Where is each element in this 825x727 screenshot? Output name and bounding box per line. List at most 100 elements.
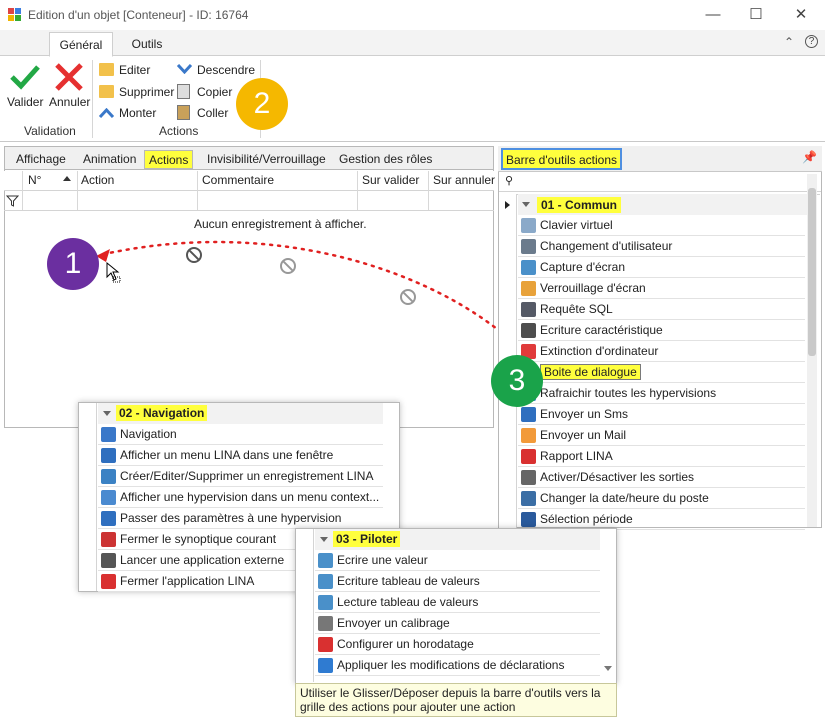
- table-read-icon: [318, 595, 333, 610]
- pdf-icon: [521, 449, 536, 464]
- toolbar-action-item[interactable]: Boite de dialogue: [518, 362, 805, 383]
- toolbar-action-item[interactable]: Afficher une hypervision dans un menu co…: [98, 487, 383, 508]
- toolbar-action-item[interactable]: Extinction d'ordinateur: [518, 341, 805, 362]
- group-title-piloter: 03 - Piloter: [333, 531, 401, 547]
- toolbar-action-label: Ecriture caractéristique: [540, 323, 663, 337]
- toolbar-action-label: Rafraichir toutes les hypervisions: [540, 386, 717, 400]
- row-indicator-column: [296, 529, 314, 682]
- external-app-icon: [101, 553, 116, 568]
- no-drop-cursor-icon: [186, 247, 202, 263]
- toolbar-action-item[interactable]: Envoyer un Mail: [518, 425, 805, 446]
- toolbar-action-item[interactable]: Rapport LINA: [518, 446, 805, 467]
- write-value-icon: [318, 553, 333, 568]
- toolbar-action-item[interactable]: Appliquer les modifications de déclarati…: [315, 655, 600, 676]
- toolbar-action-label: Configurer un horodatage: [337, 637, 474, 651]
- toolbar-action-label: Envoyer un Sms: [540, 407, 629, 421]
- drag-drop-tooltip: Utiliser le Glisser/Déposer depuis la ba…: [295, 683, 617, 717]
- toolbar-action-label: Appliquer les modifications de déclarati…: [337, 658, 565, 672]
- toolbar-action-label: Afficher un menu LINA dans une fenêtre: [120, 448, 334, 462]
- toolbar-action-item[interactable]: Afficher un menu LINA dans une fenêtre: [98, 445, 383, 466]
- collapse-arrow-icon[interactable]: [103, 411, 111, 416]
- no-drop-cursor-icon: [280, 258, 296, 274]
- toolbar-action-label: Envoyer un calibrage: [337, 616, 450, 630]
- record-icon: [101, 469, 116, 484]
- toolbar-action-item[interactable]: Envoyer un Sms: [518, 404, 805, 425]
- gear-icon: [521, 470, 536, 485]
- commun-action-list: Clavier virtuel Changement d'utilisateur C…: [518, 215, 805, 530]
- toolbar-action-label: Sélection période: [540, 512, 633, 526]
- toolbar-action-label: Extinction d'ordinateur: [540, 344, 659, 358]
- filter-pin-icon[interactable]: ⚲: [505, 174, 513, 187]
- pin-icon[interactable]: 📌: [802, 150, 817, 164]
- scrollbar-thumb[interactable]: [808, 188, 816, 356]
- keyboard-icon: [521, 218, 536, 233]
- toolbar-action-label: Navigation: [120, 427, 177, 441]
- piloter-action-list: Ecrire une valeur Ecriture tableau de val…: [315, 550, 600, 676]
- toolbar-panel-title: Barre d'outils actions: [501, 148, 623, 170]
- toolbar-action-item[interactable]: Envoyer un calibrage: [315, 613, 600, 634]
- toolbar-action-label: Lancer une application externe: [120, 553, 285, 567]
- toolbar-action-label: Passer des paramètres à une hypervision: [120, 511, 342, 525]
- toolbar-action-item[interactable]: Capture d'écran: [518, 257, 805, 278]
- toolbar-action-label: Fermer le synoptique courant: [120, 532, 277, 546]
- no-drop-cursor-icon: [400, 289, 416, 305]
- close-window-icon: [101, 532, 116, 547]
- toolbar-action-item[interactable]: Clavier virtuel: [518, 215, 805, 236]
- toolbar-action-item[interactable]: Navigation: [98, 424, 383, 445]
- toolbar-action-label: Lecture tableau de valeurs: [337, 595, 479, 609]
- table-write-icon: [318, 574, 333, 589]
- toolbar-action-item[interactable]: Ecriture caractéristique: [518, 320, 805, 341]
- toolbar-action-label: Activer/Désactiver les sorties: [540, 470, 695, 484]
- clock-icon: [318, 637, 333, 652]
- scroll-down-arrow-icon[interactable]: [604, 666, 612, 671]
- arrow-right-icon: [101, 427, 116, 442]
- grid-icon: [521, 323, 536, 338]
- toolbar-action-label: Afficher une hypervision dans un menu co…: [120, 490, 380, 504]
- toolbar-action-item[interactable]: Ecrire une valeur: [315, 550, 600, 571]
- collapse-arrow-icon[interactable]: [320, 537, 328, 542]
- toolbar-action-label: Boite de dialogue: [540, 364, 641, 380]
- exit-icon: [101, 574, 116, 589]
- group-title-commun: 01 - Commun: [537, 197, 622, 213]
- refresh-icon: [318, 658, 333, 673]
- group-title-navigation: 02 - Navigation: [116, 405, 208, 421]
- toolbar-action-item[interactable]: Activer/Désactiver les sorties: [518, 467, 805, 488]
- user-switch-icon: [521, 239, 536, 254]
- mail-icon: [521, 428, 536, 443]
- toolbar-action-label: Rapport LINA: [540, 449, 613, 463]
- toolbar-action-label: Clavier virtuel: [540, 218, 613, 232]
- row-indicator-column: [79, 403, 97, 591]
- drag-cursor-icon: [106, 262, 121, 283]
- toolbar-action-item[interactable]: Changer la date/heure du poste: [518, 488, 805, 509]
- toolbar-action-item[interactable]: Ecriture tableau de valeurs: [315, 571, 600, 592]
- toolbar-action-item[interactable]: Créer/Editer/Supprimer un enregistrement…: [98, 466, 383, 487]
- lock-icon: [521, 281, 536, 296]
- toolbar-action-item[interactable]: Changement d'utilisateur: [518, 236, 805, 257]
- toolbar-action-label: Envoyer un Mail: [540, 428, 627, 442]
- toolbar-action-item[interactable]: Requête SQL: [518, 299, 805, 320]
- toolbar-action-item[interactable]: Configurer un horodatage: [315, 634, 600, 655]
- hypervision-icon: [101, 490, 116, 505]
- toolbar-filter-row[interactable]: [499, 173, 821, 192]
- toolbar-action-label: Changement d'utilisateur: [540, 239, 673, 253]
- toolbar-action-label: Changer la date/heure du poste: [540, 491, 709, 505]
- toolbar-action-item[interactable]: Passer des paramètres à une hypervision: [98, 508, 383, 529]
- clock-icon: [521, 491, 536, 506]
- toolbar-action-label: Ecriture tableau de valeurs: [337, 574, 480, 588]
- toolbar-action-item[interactable]: Verrouillage d'écran: [518, 278, 805, 299]
- current-row-indicator: [505, 201, 510, 209]
- collapse-arrow-icon[interactable]: [522, 202, 530, 207]
- toolbar-action-label: Fermer l'application LINA: [120, 574, 255, 588]
- menu-window-icon: [101, 448, 116, 463]
- sms-icon: [521, 407, 536, 422]
- toolbar-action-label: Requête SQL: [540, 302, 613, 316]
- step-badge-3: 3: [491, 355, 543, 407]
- screenshot-icon: [521, 260, 536, 275]
- tab-general[interactable]: Général: [49, 32, 113, 57]
- toolbar-action-item[interactable]: Rafraichir toutes les hypervisions: [518, 383, 805, 404]
- scissors-icon: [521, 512, 536, 527]
- toolbar-action-item[interactable]: Lecture tableau de valeurs: [315, 592, 600, 613]
- toolbar-action-item[interactable]: Sélection période: [518, 509, 805, 530]
- calibrate-icon: [318, 616, 333, 631]
- step-badge-1: 1: [47, 238, 99, 290]
